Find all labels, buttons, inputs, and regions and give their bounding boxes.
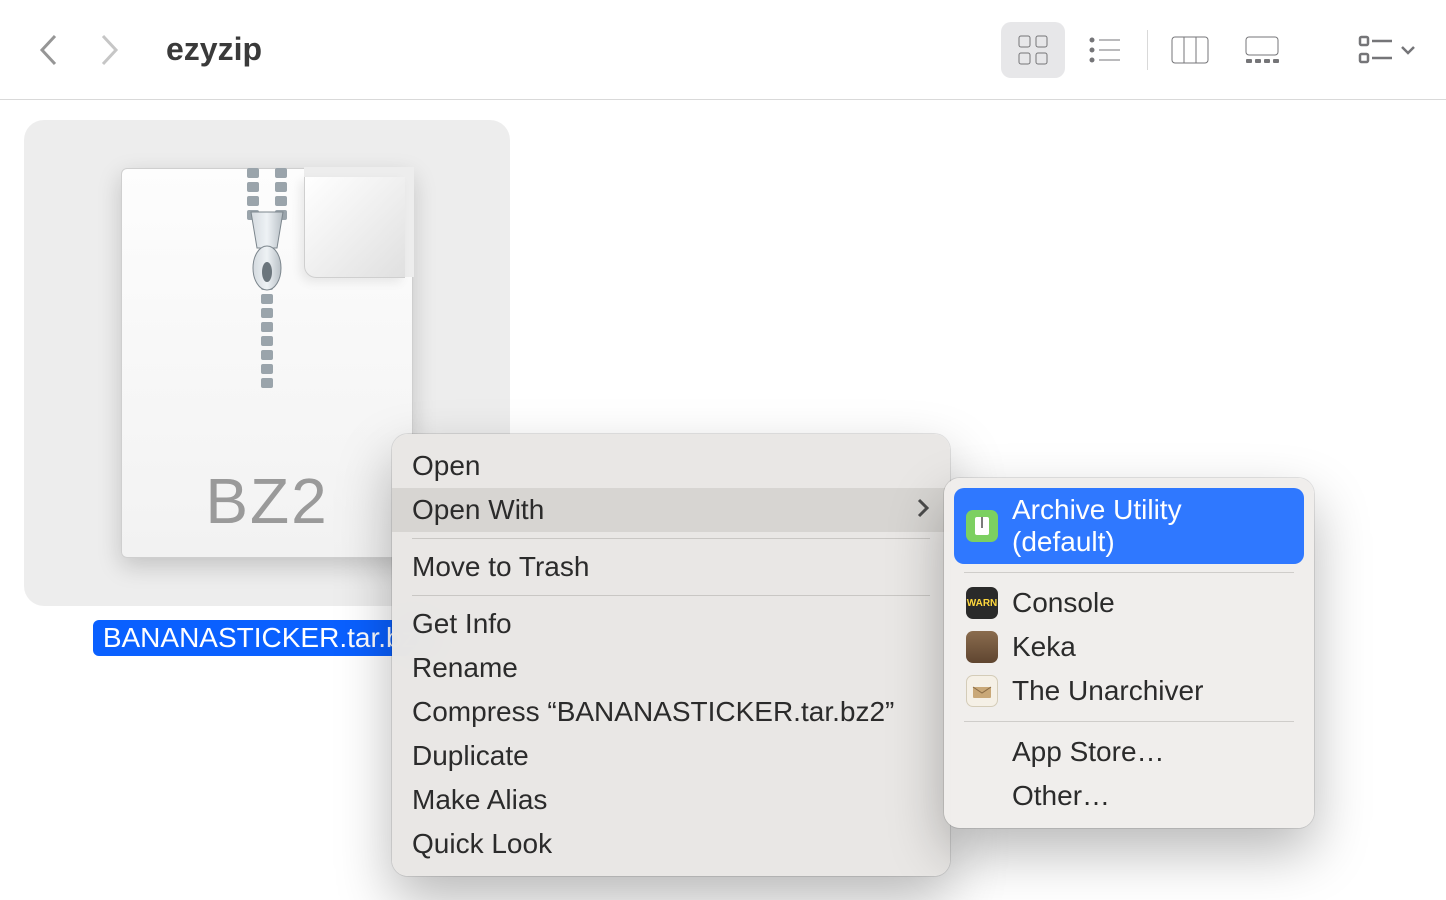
forward-button[interactable]: [94, 34, 126, 66]
file-type-badge: BZ2: [121, 464, 413, 538]
finder-toolbar: ezyzip: [0, 0, 1446, 100]
menu-compress[interactable]: Compress “BANANASTICKER.tar.bz2”: [392, 690, 950, 734]
columns-icon: [1170, 35, 1210, 65]
group-icon: [1358, 34, 1394, 66]
submenu-unarchiver[interactable]: The Unarchiver: [954, 669, 1304, 713]
submenu-other[interactable]: Other…: [954, 774, 1304, 818]
list-icon: [1088, 35, 1122, 65]
menu-move-to-trash[interactable]: Move to Trash: [392, 545, 950, 589]
menu-open[interactable]: Open: [392, 444, 950, 488]
group-by-button[interactable]: [1358, 34, 1416, 66]
submenu-console[interactable]: WARN Console: [954, 581, 1304, 625]
gallery-view-button[interactable]: [1230, 22, 1294, 78]
column-view-button[interactable]: [1158, 22, 1222, 78]
gallery-icon: [1242, 35, 1282, 65]
open-with-submenu: Archive Utility (default) WARN Console K…: [944, 478, 1314, 828]
folder-title: ezyzip: [166, 31, 262, 68]
menu-rename[interactable]: Rename: [392, 646, 950, 690]
archive-icon: BZ2: [121, 168, 413, 558]
archive-utility-icon: [966, 510, 998, 542]
menu-get-info[interactable]: Get Info: [392, 602, 950, 646]
nav-buttons: [32, 34, 126, 66]
menu-open-with[interactable]: Open With: [392, 488, 950, 532]
context-menu: Open Open With Move to Trash Get Info Re…: [392, 434, 950, 876]
grid-icon: [1016, 33, 1050, 67]
keka-icon: [966, 631, 998, 663]
submenu-archive-utility[interactable]: Archive Utility (default): [954, 488, 1304, 564]
console-icon: WARN: [966, 587, 998, 619]
list-view-button[interactable]: [1073, 22, 1137, 78]
chevron-right-icon: [916, 494, 930, 526]
menu-make-alias[interactable]: Make Alias: [392, 778, 950, 822]
icon-view-button[interactable]: [1001, 22, 1065, 78]
submenu-app-store[interactable]: App Store…: [954, 730, 1304, 774]
submenu-keka[interactable]: Keka: [954, 625, 1304, 669]
view-mode-group: [997, 22, 1298, 78]
zipper-icon: [239, 168, 295, 388]
back-button[interactable]: [32, 34, 64, 66]
menu-quick-look[interactable]: Quick Look: [392, 822, 950, 866]
menu-duplicate[interactable]: Duplicate: [392, 734, 950, 778]
unarchiver-icon: [966, 675, 998, 707]
chevron-down-icon: [1400, 45, 1416, 55]
